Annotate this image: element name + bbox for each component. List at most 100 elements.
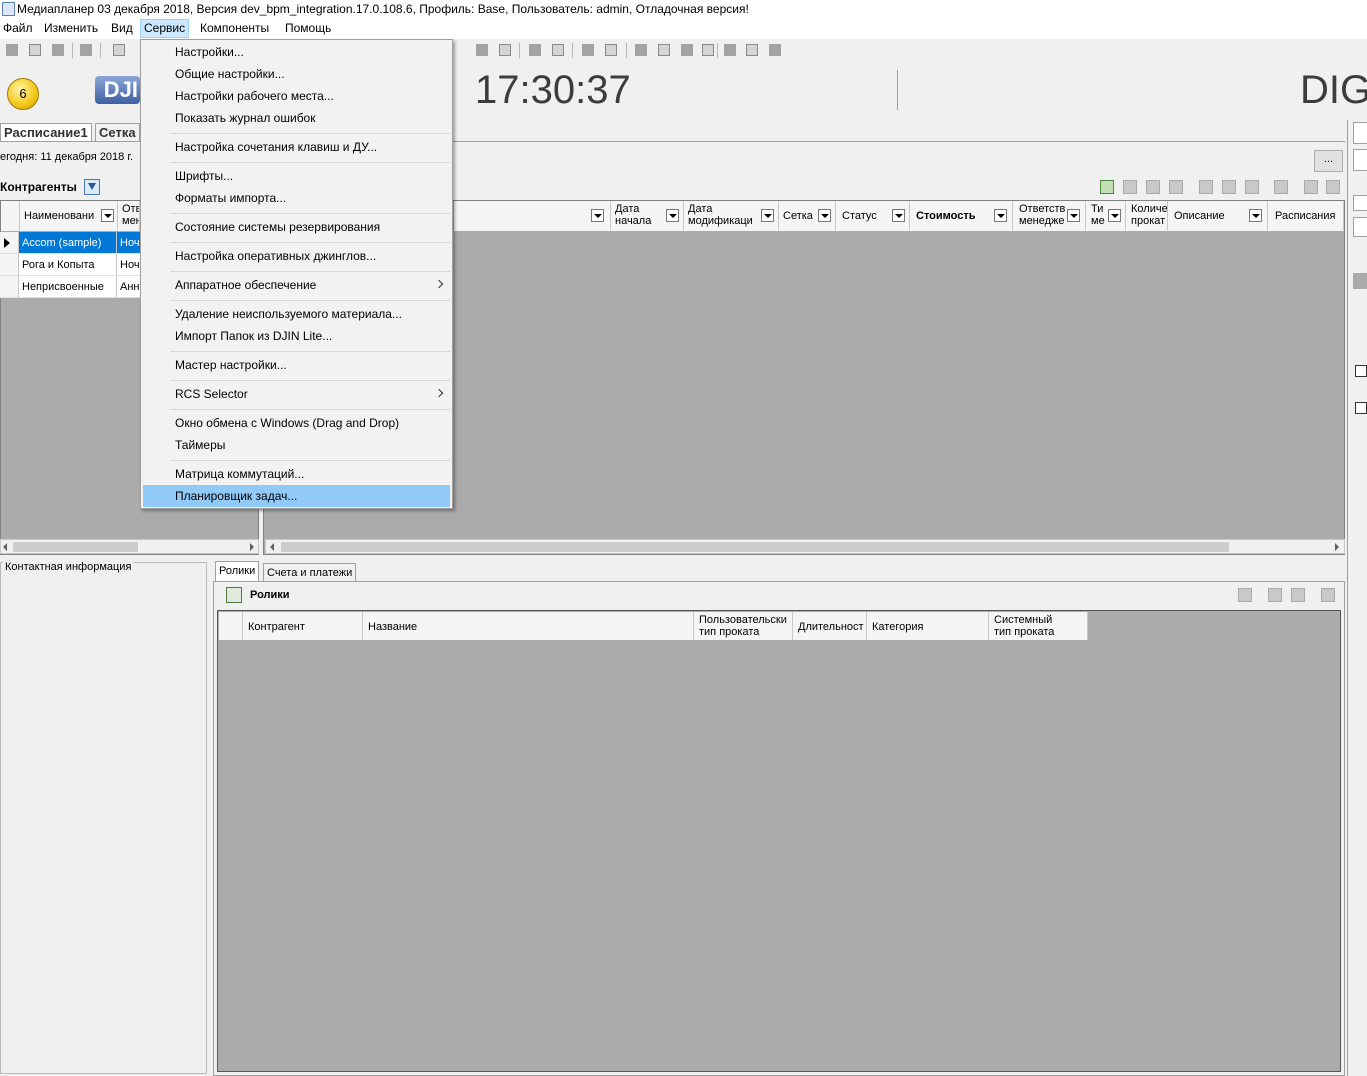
export-grid-icon[interactable] (1304, 180, 1318, 194)
chevron-down-icon[interactable] (1067, 209, 1080, 222)
layout-icon[interactable] (1245, 180, 1259, 194)
column-header-type[interactable]: Ти ме (1086, 201, 1126, 231)
menu-file[interactable]: Файл (0, 20, 36, 37)
chevron-down-icon[interactable] (994, 209, 1007, 222)
columns-icon[interactable] (1222, 180, 1236, 194)
chevron-down-icon[interactable] (892, 209, 905, 222)
lock-icon[interactable] (552, 44, 564, 56)
cell-manager[interactable]: Анн (117, 276, 140, 298)
copy-grid-icon[interactable] (1326, 180, 1340, 194)
menu-item-workplace-settings[interactable]: Настройки рабочего места... (143, 85, 450, 107)
menu-components[interactable]: Компоненты (197, 20, 272, 37)
column-header-user-type[interactable]: Пользовательски тип проката (694, 612, 793, 640)
menu-item-settings[interactable]: Настройки... (143, 41, 450, 63)
scroll-left-icon[interactable] (270, 543, 274, 551)
scroll-right-icon[interactable] (250, 543, 254, 551)
cell-name[interactable]: Рога и Копыта (19, 254, 117, 276)
menu-item-general-settings[interactable]: Общие настройки... (143, 63, 450, 85)
column-header-hidden[interactable] (454, 201, 611, 231)
menu-item-drag-drop[interactable]: Окно обмена с Windows (Drag and Drop) (143, 412, 450, 434)
filter-icon[interactable] (84, 179, 100, 195)
add-roll-icon[interactable] (1238, 588, 1252, 602)
main-horizontal-scrollbar[interactable] (265, 539, 1345, 554)
column-header-grid[interactable]: Сетка (779, 201, 836, 231)
stop-icon[interactable] (746, 44, 758, 56)
add-row-icon[interactable] (1100, 180, 1114, 194)
menu-item-timers[interactable]: Таймеры (143, 434, 450, 456)
menu-item-remove-unused[interactable]: Удаление неиспользуемого материала... (143, 303, 450, 325)
align-bottom-icon[interactable] (658, 44, 670, 56)
tab-roliki[interactable]: Ролики (215, 561, 260, 582)
menu-item-task-scheduler[interactable]: Планировщик задач... (143, 485, 450, 507)
volume-icon[interactable] (724, 44, 736, 56)
menu-item-switch-matrix[interactable]: Матрица коммутаций... (143, 463, 450, 485)
side-tab[interactable] (1353, 149, 1367, 171)
column-header-count[interactable]: Количе прокат (1126, 201, 1168, 231)
chevron-down-icon[interactable] (666, 209, 679, 222)
more-button[interactable]: ... (1314, 150, 1343, 172)
scroll-right-icon[interactable] (1335, 543, 1339, 551)
document-icon[interactable] (113, 44, 125, 56)
column-header-category[interactable]: Категория (867, 612, 989, 640)
side-field[interactable] (1353, 195, 1367, 211)
column-header-manager[interactable]: Отв мен (118, 201, 140, 231)
side-field[interactable] (1353, 217, 1367, 237)
menu-item-backup-status[interactable]: Состояние системы резервирования (143, 216, 450, 238)
save-icon[interactable] (529, 44, 541, 56)
export-icon[interactable] (476, 44, 488, 56)
chevron-down-icon[interactable] (101, 209, 114, 222)
column-header-cost[interactable]: Стоимость (910, 201, 1013, 231)
list-icon[interactable] (769, 44, 781, 56)
edit-row-icon[interactable] (1123, 180, 1137, 194)
tab-grid[interactable]: Сетка (95, 123, 140, 142)
chevron-down-icon[interactable] (761, 209, 774, 222)
scroll-thumb[interactable] (13, 542, 138, 552)
left-horizontal-scrollbar[interactable] (0, 539, 259, 554)
scroll-thumb[interactable] (281, 542, 1229, 552)
print-icon[interactable] (1199, 180, 1213, 194)
column-header-name[interactable]: Наименовани (20, 201, 118, 231)
move-left-icon[interactable] (582, 44, 594, 56)
menu-item-import-djin-lite[interactable]: Импорт Папок из DJIN Lite... (143, 325, 450, 347)
menu-item-hardware[interactable]: Аппаратное обеспечение (143, 274, 450, 296)
align-top-icon[interactable] (635, 44, 647, 56)
distribute-icon[interactable] (681, 44, 693, 56)
cell-manager[interactable]: Ноч (117, 232, 140, 254)
expand-icon[interactable] (1355, 402, 1367, 414)
menu-item-fonts[interactable]: Шрифты... (143, 165, 450, 187)
side-selected-row[interactable] (1353, 273, 1367, 289)
expand-icon[interactable] (1355, 365, 1367, 377)
paste-icon[interactable] (52, 44, 64, 56)
chevron-down-icon[interactable] (1249, 209, 1262, 222)
move-right-icon[interactable] (605, 44, 617, 56)
edit-icon[interactable] (1146, 180, 1160, 194)
menu-view[interactable]: Вид (108, 20, 136, 37)
column-header-description[interactable]: Описание (1168, 201, 1268, 231)
menu-item-import-formats[interactable]: Форматы импорта... (143, 187, 450, 209)
chevron-down-icon[interactable] (591, 209, 604, 222)
table-row[interactable]: Рога и Копыта Ноч (0, 254, 140, 276)
cell-name[interactable]: Неприсвоенные (19, 276, 117, 298)
menu-item-setup-wizard[interactable]: Мастер настройки... (143, 354, 450, 376)
tab-accounts-payments[interactable]: Счета и платежи (263, 563, 357, 582)
copy-icon[interactable] (29, 44, 41, 56)
column-header-manager[interactable]: Ответств менедже (1013, 201, 1086, 231)
folder-icon[interactable] (499, 44, 511, 56)
menu-item-error-log[interactable]: Показать журнал ошибок (143, 107, 450, 129)
notification-badge[interactable]: 6 (7, 78, 39, 110)
menu-item-jingles[interactable]: Настройка оперативных джинглов... (143, 245, 450, 267)
column-header-schedules[interactable]: Расписания (1268, 201, 1344, 231)
edit-roll-icon[interactable] (1268, 588, 1282, 602)
column-header-modified-date[interactable]: Дата модификаци (684, 201, 779, 231)
delete-row-icon[interactable] (1169, 180, 1183, 194)
table-row[interactable]: Accom (sample) Ноч (0, 232, 140, 254)
chevron-down-icon[interactable] (818, 209, 831, 222)
menu-help[interactable]: Помощь (282, 20, 334, 37)
cell-name[interactable]: Accom (sample) (19, 232, 117, 254)
chevron-down-icon[interactable] (1108, 209, 1121, 222)
menu-edit[interactable]: Изменить (41, 20, 101, 37)
column-header-contragent[interactable]: Контрагент (243, 612, 363, 640)
column-header-system-type[interactable]: Системный тип проката (989, 612, 1088, 640)
column-header-status[interactable]: Статус (836, 201, 910, 231)
column-header-start-date[interactable]: Дата начала (611, 201, 684, 231)
